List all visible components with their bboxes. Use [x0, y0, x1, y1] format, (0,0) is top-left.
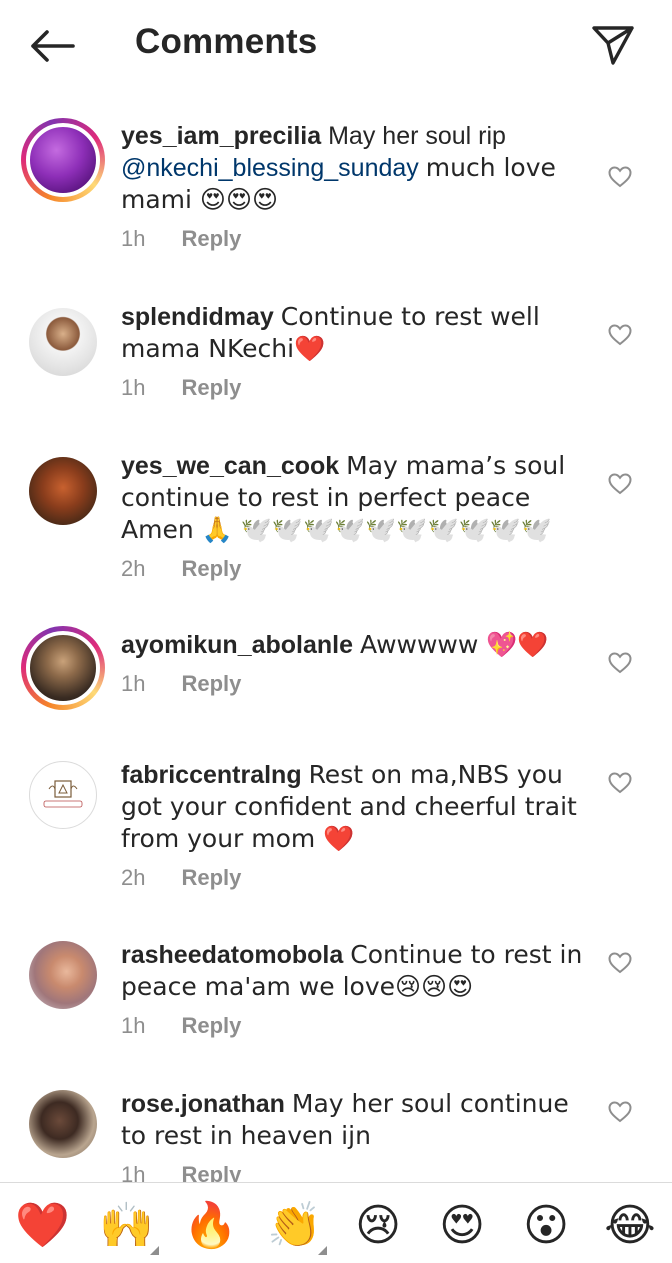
emoji-fire-button[interactable]: 🔥 [183, 1199, 238, 1253]
avatar-wrapper[interactable] [21, 449, 105, 533]
avatar-story-ring[interactable] [21, 118, 105, 202]
comment-username[interactable]: fabriccentralng [121, 761, 302, 789]
skin-tone-indicator-icon [150, 1246, 159, 1255]
avatar-wrapper[interactable] [21, 753, 105, 837]
comment-content: Awwwww 💖❤️ [359, 630, 549, 659]
heart-icon [608, 652, 632, 674]
emoji-clap-button[interactable]: 👏 [267, 1199, 327, 1255]
comment-timestamp: 2h [121, 556, 146, 581]
header-bar: Comments [0, 0, 672, 92]
comment-timestamp: 1h [121, 1162, 146, 1182]
like-button[interactable] [606, 649, 634, 677]
comment-text: ayomikun_abolanle Awwwww 💖❤️ [121, 629, 591, 661]
like-button[interactable] [606, 470, 634, 498]
comment-content: May her soul rip [328, 122, 506, 150]
reply-button[interactable]: Reply [181, 1013, 241, 1039]
emoji-quick-bar: ❤️ 🙌 🔥 👏 😢 😍 😮 😂 [0, 1182, 672, 1263]
emoji-heart-button[interactable]: ❤️ [15, 1199, 70, 1253]
comment-timestamp: 2h [121, 865, 146, 890]
avatar-story-ring[interactable] [21, 626, 105, 710]
avatar [29, 457, 97, 525]
heart-icon [608, 473, 632, 495]
comment-timestamp: 1h [121, 375, 146, 400]
send-icon [592, 26, 634, 65]
avatar [26, 123, 100, 197]
avatar [26, 631, 100, 705]
comment-meta: 2h Reply [121, 865, 591, 891]
avatar-wrapper[interactable] [21, 300, 105, 384]
like-button[interactable] [606, 769, 634, 797]
comment-text: rose.jonathan May her soul continue to r… [121, 1088, 591, 1152]
emoji-raised-hands-button[interactable]: 🙌 [99, 1199, 159, 1255]
emoji-clap-glyph: 👏 [267, 1200, 322, 1251]
emoji-heart-eyes-button[interactable]: 😍 [435, 1199, 489, 1253]
avatar-wrapper[interactable] [21, 933, 105, 1017]
heart-icon [608, 772, 632, 794]
reply-button[interactable]: Reply [181, 865, 241, 891]
heart-icon [608, 324, 632, 346]
back-button[interactable] [26, 24, 78, 68]
comment-text: yes_iam_precilia May her soul rip @nkech… [121, 121, 591, 216]
arrow-left-icon [31, 30, 75, 62]
comment-username[interactable]: yes_iam_precilia [121, 122, 321, 150]
avatar [29, 761, 97, 829]
like-button[interactable] [606, 1098, 634, 1126]
comment-meta: 1h Reply [121, 671, 591, 697]
like-button[interactable] [606, 321, 634, 349]
comment-meta: 1h Reply [121, 1013, 591, 1039]
heart-icon [608, 1101, 632, 1123]
reply-button[interactable]: Reply [181, 671, 241, 697]
mention-link[interactable]: @nkechi_blessing_sunday [121, 154, 419, 182]
emoji-laugh-button[interactable]: 😂 [603, 1199, 657, 1253]
comment-username[interactable]: rasheedatomobola [121, 941, 343, 969]
comment-item: splendidmay Continue to rest well mama N… [0, 295, 672, 415]
comment-item: ayomikun_abolanle Awwwww 💖❤️ 1h Reply [0, 623, 672, 743]
comment-text: splendidmay Continue to rest well mama N… [121, 301, 591, 365]
brand-logo-icon [43, 780, 83, 808]
comment-timestamp: 1h [121, 226, 146, 251]
comment-meta: 1h Reply [121, 375, 591, 401]
comment-item: rasheedatomobola Continue to rest in pea… [0, 933, 672, 1053]
like-button[interactable] [606, 949, 634, 977]
comment-meta: 1h Reply [121, 226, 591, 252]
comment-text: yes_we_can_cook May mama’s soul continue… [121, 450, 591, 546]
comment-username[interactable]: ayomikun_abolanle [121, 631, 353, 659]
comment-item: yes_we_can_cook May mama’s soul continue… [0, 444, 672, 594]
page-title: Comments [135, 22, 318, 61]
reply-button[interactable]: Reply [181, 375, 241, 401]
emoji-surprised-button[interactable]: 😮 [519, 1199, 573, 1253]
emoji-cry-button[interactable]: 😢 [351, 1199, 405, 1253]
skin-tone-indicator-icon [318, 1246, 327, 1255]
comment-meta: 1h Reply [121, 1162, 591, 1182]
comment-item: rose.jonathan May her soul continue to r… [0, 1082, 672, 1182]
comment-username[interactable]: yes_we_can_cook [121, 452, 339, 480]
reply-button[interactable]: Reply [181, 226, 241, 252]
heart-icon [608, 166, 632, 188]
comment-timestamp: 1h [121, 1013, 146, 1038]
avatar [29, 308, 97, 376]
heart-icon [608, 952, 632, 974]
like-button[interactable] [606, 163, 634, 191]
comments-list[interactable]: yes_iam_precilia May her soul rip @nkech… [0, 92, 672, 1182]
avatar-wrapper[interactable] [21, 1082, 105, 1166]
reply-button[interactable]: Reply [181, 1162, 241, 1182]
emoji-raised-hands-glyph: 🙌 [99, 1200, 154, 1251]
comment-username[interactable]: splendidmay [121, 303, 274, 331]
comment-timestamp: 1h [121, 671, 146, 696]
avatar [29, 941, 97, 1009]
avatar [29, 1090, 97, 1158]
comment-text: fabriccentralng Rest on ma,NBS you got y… [121, 759, 591, 855]
share-button[interactable] [588, 22, 638, 68]
comment-username[interactable]: rose.jonathan [121, 1090, 285, 1118]
reply-button[interactable]: Reply [181, 556, 241, 582]
comment-text: rasheedatomobola Continue to rest in pea… [121, 939, 591, 1003]
comment-meta: 2h Reply [121, 556, 591, 582]
comment-item: fabriccentralng Rest on ma,NBS you got y… [0, 753, 672, 903]
comment-item: yes_iam_precilia May her soul rip @nkech… [0, 115, 672, 285]
